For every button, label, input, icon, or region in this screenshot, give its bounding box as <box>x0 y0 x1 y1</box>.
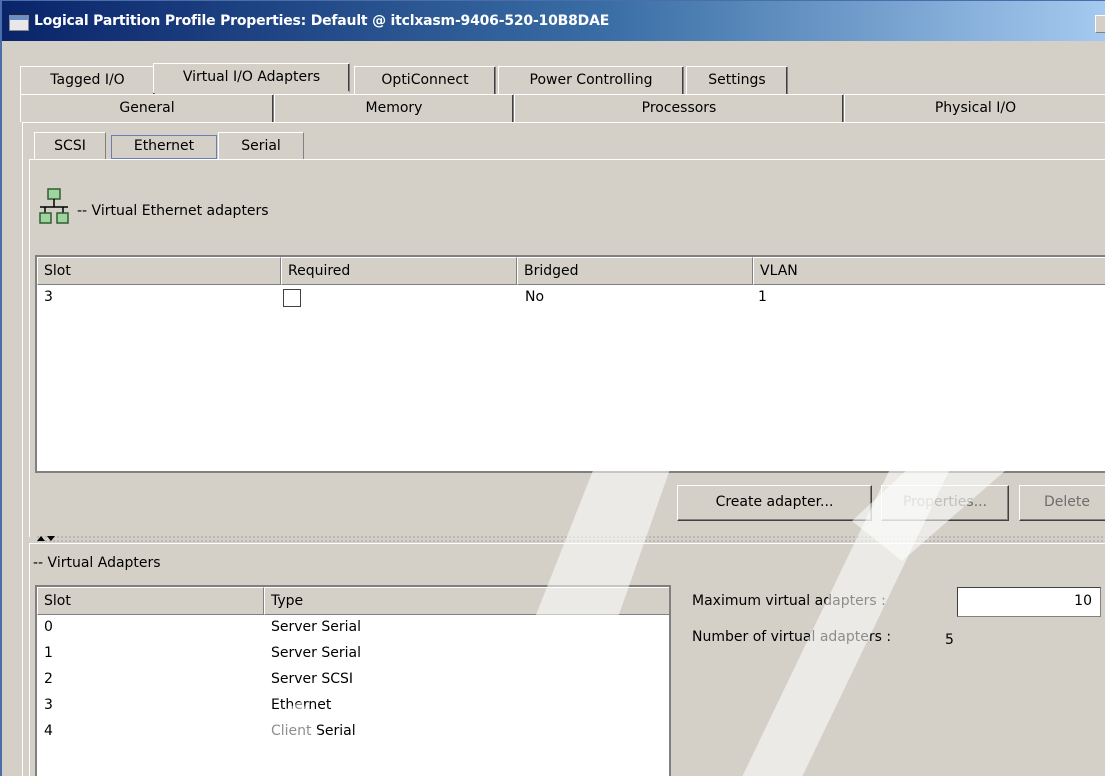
split-up-arrow-icon[interactable] <box>37 536 45 541</box>
tab-virtual-io-adapters[interactable]: Virtual I/O Adapters <box>153 63 350 93</box>
cell-bridged: No <box>525 289 545 305</box>
network-icon <box>39 188 69 224</box>
table-row[interactable]: 2 Server SCSI <box>37 669 669 695</box>
ethernet-adapters-table[interactable]: Slot Required Bridged VLAN 3 No 1 <box>35 255 1105 473</box>
cell-slot: 1 <box>44 645 53 661</box>
table-row[interactable]: 1 Server Serial <box>37 643 669 669</box>
number-of-virtual-adapters-label: Number of virtual adapters : <box>692 629 892 645</box>
create-adapter-button[interactable]: Create adapter... <box>677 485 872 521</box>
tab-settings[interactable]: Settings <box>686 66 788 94</box>
cell-slot: 4 <box>44 723 53 739</box>
table-row[interactable]: 3 Ethernet <box>37 695 669 721</box>
tab-physical-io[interactable]: Physical I/O <box>844 94 1105 122</box>
virtual-adapters-table[interactable]: Slot Type 0 Server Serial 1 Server Seria… <box>35 585 671 776</box>
subtab-serial[interactable]: Serial <box>218 132 304 160</box>
tab-memory[interactable]: Memory <box>274 94 514 122</box>
virtual-adapters-section-label: -- Virtual Adapters <box>33 555 161 571</box>
cell-type: Server Serial <box>271 645 361 661</box>
cell-vlan: 1 <box>758 289 767 305</box>
table-row[interactable]: 0 Server Serial <box>37 617 669 643</box>
delete-button[interactable]: Delete <box>1019 485 1105 521</box>
window-icon <box>9 15 29 31</box>
max-virtual-adapters-label: Maximum virtual adapters : <box>692 593 886 609</box>
tab-general[interactable]: General <box>20 94 274 122</box>
subtab-scsi[interactable]: SCSI <box>34 132 106 160</box>
number-of-virtual-adapters-value: 5 <box>945 632 954 648</box>
table-row[interactable]: 4 Client Serial <box>37 721 669 747</box>
title-bar[interactable]: Logical Partition Profile Properties: De… <box>2 1 1105 41</box>
window: Logical Partition Profile Properties: De… <box>0 0 1105 776</box>
required-checkbox[interactable] <box>283 289 301 307</box>
cell-type: Server Serial <box>271 619 361 635</box>
cell-slot: 3 <box>44 289 53 305</box>
cell-slot: 2 <box>44 671 53 687</box>
split-down-arrow-icon[interactable] <box>47 536 55 541</box>
cell-slot: 3 <box>44 697 53 713</box>
column-header-slot[interactable]: Slot <box>37 257 281 285</box>
column-header-type[interactable]: Type <box>264 587 669 615</box>
subtab-ethernet[interactable]: Ethernet <box>111 135 217 159</box>
tab-tagged-io[interactable]: Tagged I/O <box>20 66 155 94</box>
cell-type: Server SCSI <box>271 671 354 687</box>
window-title: Logical Partition Profile Properties: De… <box>34 13 610 29</box>
column-header-vlan[interactable]: VLAN <box>753 257 1105 285</box>
tab-power-controlling[interactable]: Power Controlling <box>498 66 684 94</box>
window-control-button[interactable] <box>1095 15 1105 33</box>
column-header-required[interactable]: Required <box>281 257 517 285</box>
tab-processors[interactable]: Processors <box>514 94 844 122</box>
cell-slot: 0 <box>44 619 53 635</box>
properties-button[interactable]: Properties... <box>881 485 1009 521</box>
cell-type: Ethernet <box>271 697 332 713</box>
column-header-slot[interactable]: Slot <box>37 587 264 615</box>
split-pane-divider[interactable] <box>36 535 1105 543</box>
max-virtual-adapters-input[interactable]: 10 <box>957 587 1101 617</box>
ethernet-section-label: -- Virtual Ethernet adapters <box>77 203 269 219</box>
table-row[interactable]: 3 No 1 <box>37 287 1105 309</box>
cell-type: Client Serial <box>271 723 356 739</box>
tab-opticonnect[interactable]: OptiConnect <box>354 66 496 94</box>
column-header-bridged[interactable]: Bridged <box>517 257 753 285</box>
